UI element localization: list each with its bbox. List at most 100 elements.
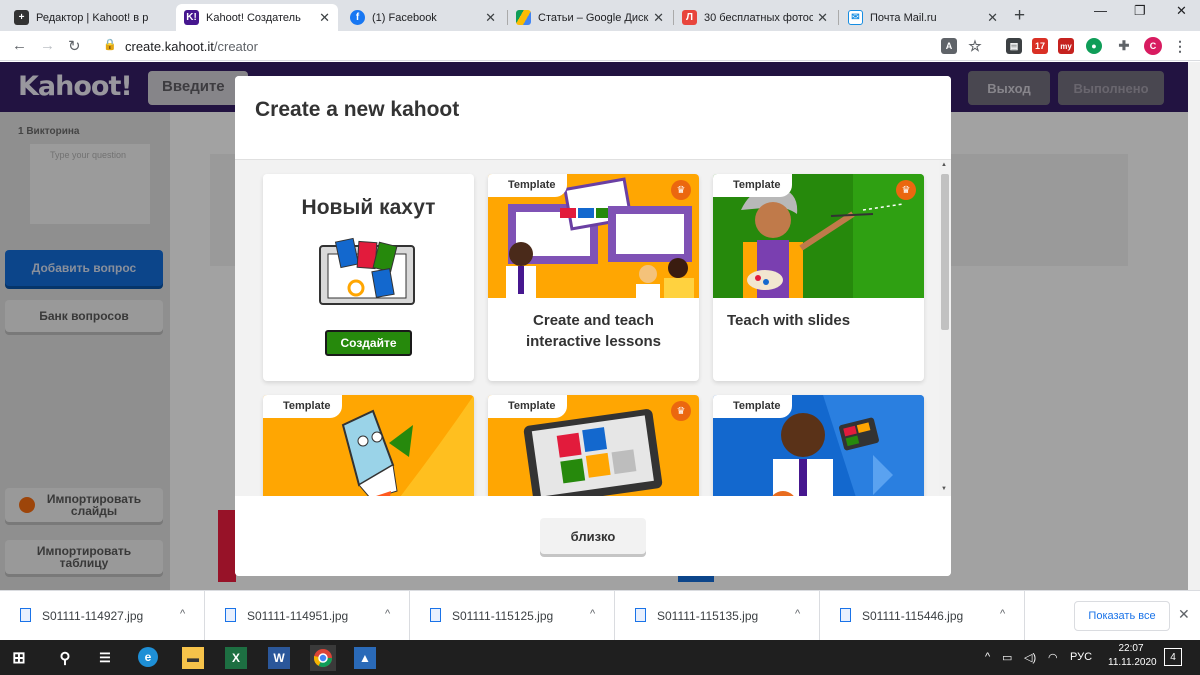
modal-scrollbar[interactable]: ▲ ▼	[939, 160, 951, 496]
notification-icon[interactable]: 4	[1164, 648, 1182, 666]
puzzle-icon[interactable]: ✚	[1116, 38, 1132, 54]
bookmark-star-icon[interactable]: ☆	[967, 38, 983, 55]
clock[interactable]: 22:07 11.11.2020	[1108, 643, 1157, 668]
image-file-icon	[635, 608, 646, 622]
plus-square-icon: +	[14, 10, 29, 25]
translate-icon[interactable]: A	[941, 38, 957, 54]
minimize-icon[interactable]: —	[1094, 3, 1107, 18]
browser-tab[interactable]: Л 30 бесплатных фотости ✕	[674, 4, 836, 31]
download-filename: S01111-114927.jpg	[42, 609, 144, 623]
template-grid: Новый кахут Создайте Template ♛ Create a…	[235, 160, 951, 496]
close-tab-icon[interactable]: ✕	[653, 10, 664, 26]
word-icon[interactable]: W	[268, 647, 290, 669]
download-item[interactable]: S01111-115125.jpg ^	[410, 591, 615, 641]
lock-icon: 🔒	[103, 39, 117, 51]
image-file-icon	[840, 608, 851, 622]
extension-icon[interactable]: my	[1058, 38, 1074, 54]
download-filename: S01111-115135.jpg	[657, 609, 759, 623]
new-kahoot-card[interactable]: Новый кахут Создайте	[263, 174, 474, 381]
profile-avatar[interactable]: C	[1144, 37, 1162, 55]
template-card[interactable]: Template ♛ Create and teach interactive …	[488, 174, 699, 381]
volume-icon[interactable]: ◁)	[1024, 651, 1036, 664]
crown-icon: ♛	[671, 401, 691, 421]
chrome-icon[interactable]	[310, 645, 336, 671]
show-all-button[interactable]: Показать все	[1074, 601, 1170, 631]
chevron-up-icon[interactable]: ^	[795, 608, 800, 620]
page-scrollbar[interactable]	[1188, 62, 1200, 590]
create-button[interactable]: Создайте	[325, 330, 412, 356]
template-image: Template ♛	[488, 174, 699, 298]
language-indicator[interactable]: РУС	[1070, 651, 1092, 663]
chevron-up-icon[interactable]: ^	[1000, 608, 1005, 620]
extension-icon[interactable]: 17	[1032, 38, 1048, 54]
download-filename: S01111-115125.jpg	[452, 609, 554, 623]
windows-start-icon[interactable]: ⊞	[8, 647, 30, 669]
battery-icon[interactable]: ▭	[1002, 651, 1012, 664]
download-item[interactable]: S01111-115135.jpg ^	[615, 591, 820, 641]
browser-tab[interactable]: + Редактор | Kahoot! в р	[6, 4, 172, 31]
reload-icon[interactable]: ↻	[68, 37, 81, 55]
download-item[interactable]: S01111-114951.jpg ^	[205, 591, 410, 641]
wifi-icon[interactable]: ◠	[1048, 651, 1058, 664]
extension-icon[interactable]: ▤	[1006, 38, 1022, 54]
close-shelf-icon[interactable]: ✕	[1178, 606, 1190, 623]
crown-icon: ♛	[896, 180, 916, 200]
template-badge: Template	[713, 395, 793, 418]
download-item[interactable]: S01111-114927.jpg ^	[0, 591, 205, 641]
close-window-icon[interactable]: ✕	[1176, 3, 1187, 19]
evernote-icon[interactable]: ●	[1086, 38, 1102, 54]
tab-label: Kahoot! Создатель	[206, 11, 301, 24]
clock-time: 22:07	[1118, 643, 1144, 654]
download-item[interactable]: S01111-115446.jpg ^	[820, 591, 1025, 641]
browser-toolbar: ← → ↻ 🔒 create.kahoot.it/creator A ☆ ▤ 1…	[0, 31, 1200, 61]
close-button[interactable]: близко	[540, 518, 646, 554]
windows-taskbar: ⊞ ⚲ ☰ e ▬ X W ▲ ^ ▭ ◁) ◠ РУС 22:07 11.11…	[0, 640, 1200, 675]
template-card[interactable]: Template ♛	[488, 395, 699, 496]
google-drive-icon	[516, 10, 531, 25]
address-bar[interactable]: 🔒 create.kahoot.it/creator	[95, 34, 995, 58]
crown-icon: ♛	[671, 180, 691, 200]
chevron-up-icon[interactable]: ^	[590, 608, 595, 620]
chevron-up-icon[interactable]: ^	[180, 608, 185, 620]
image-file-icon	[430, 608, 441, 622]
tab-label: Почта Mail.ru	[870, 11, 937, 24]
template-card[interactable]: Template	[263, 395, 474, 496]
modal-footer: близко	[235, 496, 951, 576]
quiz-board-illustration	[319, 237, 415, 305]
template-badge: Template	[488, 395, 568, 418]
download-filename: S01111-114951.jpg	[247, 609, 349, 623]
close-tab-icon[interactable]: ✕	[987, 10, 998, 26]
forward-icon[interactable]: →	[40, 37, 55, 54]
search-icon[interactable]: ⚲	[54, 647, 76, 669]
new-tab-icon[interactable]: +	[1014, 5, 1025, 27]
browser-tab[interactable]: Статьи – Google Диск ✕	[508, 4, 672, 31]
scroll-up-icon[interactable]: ▲	[941, 162, 947, 168]
browser-tab-active[interactable]: K! Kahoot! Создатель ✕	[176, 4, 338, 31]
photos-icon[interactable]: ▲	[354, 647, 376, 669]
browser-tab[interactable]: ✉ Почта Mail.ru ✕	[840, 4, 1006, 31]
close-tab-icon[interactable]: ✕	[817, 10, 828, 26]
excel-icon[interactable]: X	[225, 647, 247, 669]
edge-icon[interactable]: e	[138, 647, 158, 667]
task-view-icon[interactable]: ☰	[94, 647, 116, 669]
restore-icon[interactable]: ❐	[1134, 3, 1146, 19]
file-explorer-icon[interactable]: ▬	[182, 647, 204, 669]
close-tab-icon[interactable]: ✕	[319, 10, 330, 26]
tab-label: Редактор | Kahoot! в р	[36, 11, 149, 24]
create-kahoot-modal: Create a new kahoot Новый кахут Создайте	[235, 76, 951, 576]
kahoot-icon: K!	[184, 10, 199, 25]
back-icon[interactable]: ←	[12, 37, 27, 54]
url-text: create.kahoot.it/creator	[125, 39, 258, 54]
menu-icon[interactable]: ⋮	[1172, 38, 1188, 54]
tray-chevron-icon[interactable]: ^	[985, 651, 990, 663]
template-image: Template ♛	[713, 174, 924, 298]
scroll-down-icon[interactable]: ▼	[941, 486, 947, 492]
template-card[interactable]: Template ♛ Teach with slides	[713, 174, 924, 381]
template-image: Template ♛	[488, 395, 699, 496]
browser-tab[interactable]: f (1) Facebook ✕	[342, 4, 504, 31]
download-shelf: S01111-114927.jpg ^ S01111-114951.jpg ^ …	[0, 590, 1200, 641]
template-card[interactable]: Template	[713, 395, 924, 496]
scrollbar-thumb[interactable]	[941, 174, 949, 330]
chevron-up-icon[interactable]: ^	[385, 608, 390, 620]
close-tab-icon[interactable]: ✕	[485, 10, 496, 26]
